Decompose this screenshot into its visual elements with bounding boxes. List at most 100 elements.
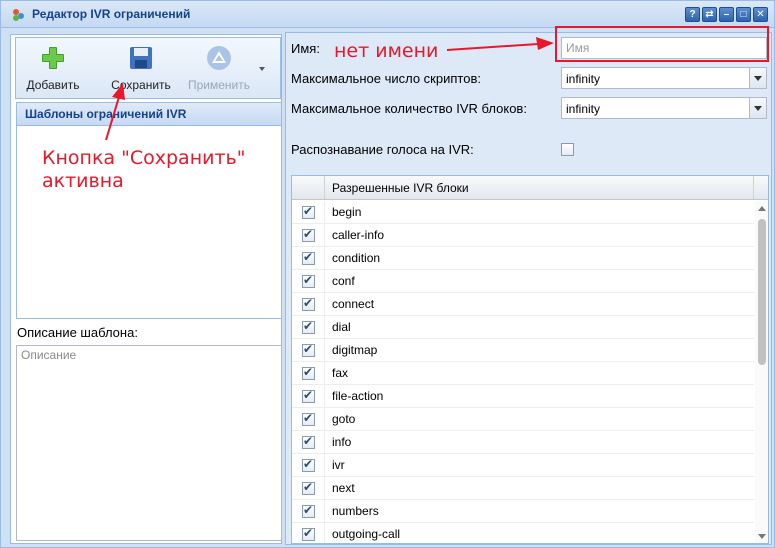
close-icon[interactable]: ✕ xyxy=(753,7,768,22)
ivr-block-row[interactable]: ivr xyxy=(292,454,754,477)
add-icon xyxy=(42,47,64,69)
apply-button[interactable]: Применить xyxy=(182,38,256,98)
max-scripts-combo[interactable]: infinity xyxy=(561,67,767,89)
ivr-restrictions-editor-window: Редактор IVR ограничений ? ⇄ – □ ✕ Добав… xyxy=(0,0,775,548)
ivr-block-name: begin xyxy=(332,205,362,219)
ivr-block-checkbox[interactable] xyxy=(302,365,315,380)
maximize-icon[interactable]: □ xyxy=(736,7,751,22)
ivr-block-name: fax xyxy=(332,366,349,380)
ivr-block-name: numbers xyxy=(332,504,379,518)
voice-recognition-checkbox[interactable] xyxy=(561,143,574,156)
ivr-block-name: connect xyxy=(332,297,375,311)
ivr-block-name: conf xyxy=(332,274,355,288)
ivr-block-name: info xyxy=(332,435,352,449)
ivr-block-check-cell xyxy=(292,523,325,543)
apply-dropdown-arrow-icon[interactable] xyxy=(259,67,265,71)
max-blocks-label: Максимальное количество IVR блоков: xyxy=(291,101,527,116)
ivr-block-check-cell xyxy=(292,454,325,476)
scroll-up-icon[interactable] xyxy=(758,206,766,211)
ivr-block-name: condition xyxy=(332,251,381,265)
ivr-block-check-cell xyxy=(292,431,325,453)
max-blocks-value: infinity xyxy=(566,102,601,116)
ivr-block-row[interactable]: caller-info xyxy=(292,224,754,247)
add-button[interactable]: Добавить xyxy=(22,38,84,98)
add-button-label: Добавить xyxy=(26,78,80,92)
ivr-block-row[interactable]: outgoing-call xyxy=(292,523,754,543)
ivr-block-row[interactable]: goto xyxy=(292,408,754,431)
ivr-block-row[interactable]: file-action xyxy=(292,385,754,408)
ivr-blocks-grid: Разрешенные IVR блоки begin caller-info co… xyxy=(291,175,769,544)
no-name-annotation: нет имени xyxy=(334,40,439,62)
ivr-blocks-header: Разрешенные IVR блоки xyxy=(292,176,768,200)
ivr-block-checkbox[interactable] xyxy=(302,503,315,518)
ivr-block-name: outgoing-call xyxy=(332,527,401,541)
ivr-block-row[interactable]: fax xyxy=(292,362,754,385)
ivr-block-name: ivr xyxy=(332,458,345,472)
max-scripts-value: infinity xyxy=(566,72,601,86)
ivr-block-row[interactable]: info xyxy=(292,431,754,454)
ivr-block-checkbox[interactable] xyxy=(302,204,315,219)
select-all-column[interactable] xyxy=(292,176,325,199)
voice-recognition-label: Распознавание голоса на IVR: xyxy=(291,142,474,157)
ivr-block-check-cell xyxy=(292,339,325,361)
ivr-block-name: goto xyxy=(332,412,356,426)
ivr-block-check-cell xyxy=(292,224,325,246)
ivr-block-check-cell xyxy=(292,270,325,292)
ivr-block-checkbox[interactable] xyxy=(302,434,315,449)
ivr-block-checkbox[interactable] xyxy=(302,250,315,265)
templates-panel: Добавить Сохранить Применить Шаблоны огр… xyxy=(10,34,282,544)
ivr-block-row[interactable]: condition xyxy=(292,247,754,270)
help-icon[interactable]: ? xyxy=(685,7,700,22)
ivr-block-check-cell xyxy=(292,362,325,384)
ivr-block-name: next xyxy=(332,481,355,495)
ivr-block-checkbox[interactable] xyxy=(302,411,315,426)
minimize-icon[interactable]: – xyxy=(719,7,734,22)
ivr-block-row[interactable]: connect xyxy=(292,293,754,316)
ivr-block-checkbox[interactable] xyxy=(302,273,315,288)
ivr-blocks-scrollbar[interactable] xyxy=(755,201,768,543)
ivr-block-row[interactable]: begin xyxy=(292,201,754,224)
name-label: Имя: xyxy=(291,41,320,56)
scroll-down-icon[interactable] xyxy=(758,534,766,539)
header-end-cell xyxy=(753,176,768,199)
ivr-block-name: caller-info xyxy=(332,228,385,242)
save-button-label: Сохранить xyxy=(111,78,171,92)
max-blocks-combo[interactable]: infinity xyxy=(561,97,767,119)
apply-icon xyxy=(207,46,231,70)
max-scripts-label: Максимальное число скриптов: xyxy=(291,71,481,86)
templates-toolbar: Добавить Сохранить Применить xyxy=(15,37,281,99)
ivr-block-checkbox[interactable] xyxy=(302,480,315,495)
ivr-block-row[interactable]: dial xyxy=(292,316,754,339)
save-icon xyxy=(130,47,152,69)
ivr-block-row[interactable]: next xyxy=(292,477,754,500)
scroll-thumb[interactable] xyxy=(758,219,766,365)
ivr-block-checkbox[interactable] xyxy=(302,227,315,242)
chevron-down-icon[interactable] xyxy=(749,68,766,88)
ivr-block-row[interactable]: numbers xyxy=(292,500,754,523)
ivr-block-name: file-action xyxy=(332,389,384,403)
ivr-block-row[interactable]: conf xyxy=(292,270,754,293)
ivr-block-check-cell xyxy=(292,201,325,223)
ivr-block-check-cell xyxy=(292,408,325,430)
title-bar[interactable]: Редактор IVR ограничений ? ⇄ – □ ✕ xyxy=(1,1,774,28)
ivr-block-checkbox[interactable] xyxy=(302,388,315,403)
ivr-block-check-cell xyxy=(292,477,325,499)
ivr-block-name: dial xyxy=(332,320,351,334)
save-button[interactable]: Сохранить xyxy=(104,38,178,98)
ivr-block-row[interactable]: digitmap xyxy=(292,339,754,362)
ivr-block-checkbox[interactable] xyxy=(302,457,315,472)
ivr-block-check-cell xyxy=(292,500,325,522)
ivr-block-checkbox[interactable] xyxy=(302,319,315,334)
swap-icon[interactable]: ⇄ xyxy=(702,7,717,22)
description-textarea[interactable]: Описание xyxy=(16,345,282,541)
ivr-block-checkbox[interactable] xyxy=(302,296,315,311)
chevron-down-icon[interactable] xyxy=(749,98,766,118)
ivr-block-checkbox[interactable] xyxy=(302,526,315,541)
templates-grid-header: Шаблоны ограничений IVR xyxy=(16,102,282,126)
window-tools: ? ⇄ – □ ✕ xyxy=(685,7,768,22)
ivr-block-name: digitmap xyxy=(332,343,378,357)
app-icon xyxy=(13,9,24,21)
ivr-block-check-cell xyxy=(292,247,325,269)
ivr-block-checkbox[interactable] xyxy=(302,342,315,357)
window-title: Редактор IVR ограничений xyxy=(32,7,191,21)
